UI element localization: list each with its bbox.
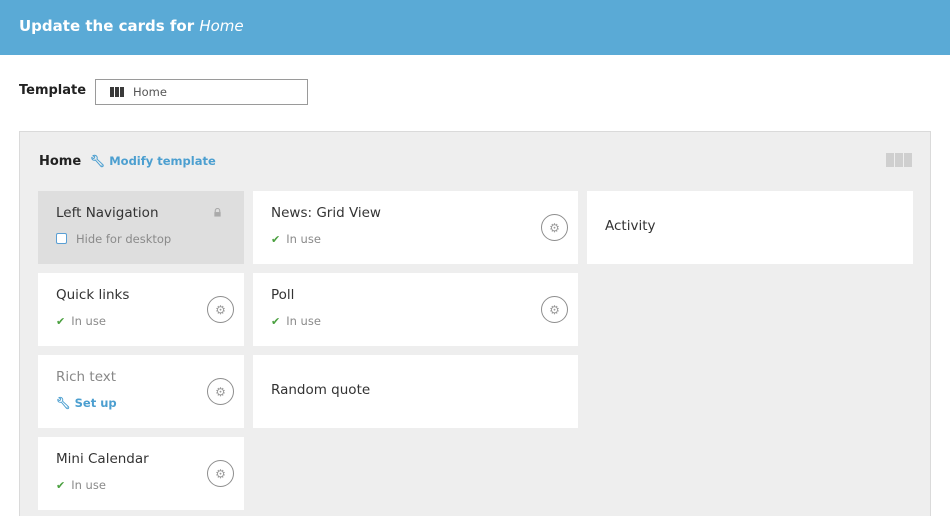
gear-icon: ⚙ [215, 302, 226, 317]
card-title: Left Navigation [56, 205, 159, 221]
wrench-icon: 🔧︎ [90, 154, 106, 168]
card-title: Poll [271, 287, 295, 303]
check-icon: ✔ [271, 315, 281, 328]
template-select[interactable]: Home [95, 79, 308, 105]
card-quick-links: Quick links ✔ In use ⚙ [38, 273, 244, 346]
hide-for-desktop-option[interactable]: Hide for desktop [56, 232, 171, 246]
card-title: Random quote [271, 382, 371, 398]
card-status: ✔ In use [271, 314, 321, 328]
columns-icon [886, 153, 912, 167]
template-panel: Home 🔧︎ Modify template Left Navigation H… [19, 131, 931, 516]
wrench-icon: 🔧︎ [56, 396, 71, 410]
gear-icon: ⚙ [549, 220, 560, 235]
card-settings-button[interactable]: ⚙ [207, 460, 234, 487]
card-rich-text: Rich text 🔧︎ Set up ⚙ [38, 355, 244, 428]
card-status: ✔ In use [271, 232, 321, 246]
card-title: Activity [605, 218, 656, 234]
gear-icon: ⚙ [215, 384, 226, 399]
card-settings-button[interactable]: ⚙ [207, 378, 234, 405]
card-title: News: Grid View [271, 205, 381, 221]
page-header: Update the cards for Home [0, 0, 950, 55]
columns-icon [110, 87, 124, 97]
lock-icon [214, 208, 221, 217]
page-title-prefix: Update the cards for [19, 17, 200, 35]
hide-for-desktop-checkbox[interactable] [56, 233, 67, 244]
hide-for-desktop-label: Hide for desktop [76, 232, 172, 246]
card-title: Rich text [56, 369, 117, 385]
card-settings-button[interactable]: ⚙ [541, 214, 568, 241]
template-select-value: Home [133, 85, 167, 99]
card-status: ✔ In use [56, 314, 106, 328]
modify-template-link[interactable]: 🔧︎ Modify template [90, 154, 216, 168]
set-up-link[interactable]: 🔧︎ Set up [56, 396, 117, 410]
card-random-quote: Random quote [253, 355, 578, 428]
page-title: Update the cards for Home [19, 17, 244, 35]
card-status: ✔ In use [56, 478, 106, 492]
card-title: Quick links [56, 287, 130, 303]
check-icon: ✔ [56, 315, 66, 328]
panel-title: Home [39, 154, 82, 169]
modify-template-label: Modify template [109, 154, 216, 168]
check-icon: ✔ [271, 233, 281, 246]
card-poll: Poll ✔ In use ⚙ [253, 273, 578, 346]
card-title: Mini Calendar [56, 451, 149, 467]
card-activity: Activity [587, 191, 913, 264]
card-settings-button[interactable]: ⚙ [207, 296, 234, 323]
gear-icon: ⚙ [549, 302, 560, 317]
card-mini-calendar: Mini Calendar ✔ In use ⚙ [38, 437, 244, 510]
page-title-name: Home [199, 17, 244, 35]
gear-icon: ⚙ [215, 466, 226, 481]
card-left-navigation: Left Navigation Hide for desktop [38, 191, 244, 264]
template-label: Template [19, 83, 87, 98]
card-news-grid-view: News: Grid View ✔ In use ⚙ [253, 191, 578, 264]
card-settings-button[interactable]: ⚙ [541, 296, 568, 323]
check-icon: ✔ [56, 479, 66, 492]
